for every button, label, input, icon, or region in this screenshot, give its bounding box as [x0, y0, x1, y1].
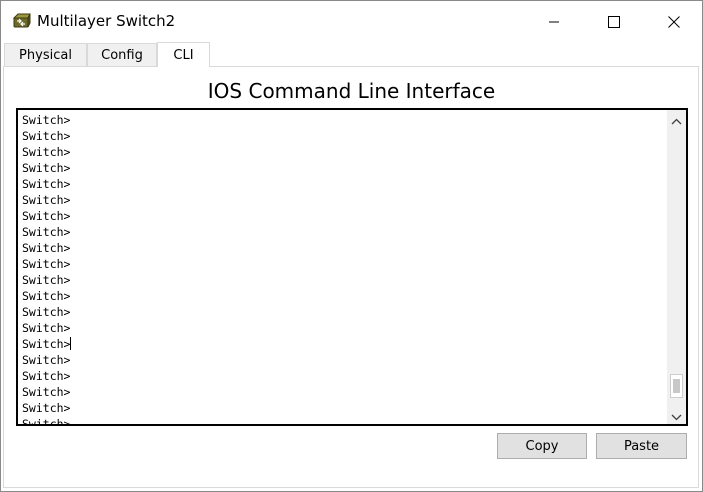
window-title: Multilayer Switch2 — [37, 12, 176, 30]
terminal-line-text: Switch> — [22, 321, 71, 335]
text-cursor — [70, 337, 72, 350]
scroll-up-button[interactable] — [667, 110, 686, 128]
terminal-line-text: Switch> — [22, 193, 71, 207]
terminal-line-text: Switch> — [22, 353, 71, 367]
chevron-up-icon — [671, 110, 682, 129]
terminal-line: Switch> — [22, 144, 662, 160]
scroll-thumb[interactable] — [670, 374, 683, 398]
maximize-icon — [608, 15, 620, 28]
terminal-line: Switch> — [22, 256, 662, 272]
terminal-line-text: Switch> — [22, 129, 71, 143]
paste-button[interactable]: Paste — [596, 433, 687, 459]
minimize-button[interactable] — [531, 1, 577, 42]
terminal-scrollbar[interactable] — [667, 110, 686, 424]
terminal-line-text: Switch> — [22, 369, 71, 383]
chevron-down-icon — [671, 406, 682, 425]
terminal-line: Switch> — [22, 208, 662, 224]
terminal-line-text: Switch> — [22, 385, 71, 399]
terminal-line-text: Switch> — [22, 337, 71, 351]
terminal-line: Switch> — [22, 368, 662, 384]
terminal-line-text: Switch> — [22, 305, 71, 319]
tab-strip: Physical Config CLI — [3, 42, 700, 67]
close-icon — [668, 15, 680, 28]
scroll-down-button[interactable] — [667, 406, 686, 424]
close-button[interactable] — [651, 1, 697, 42]
copy-button[interactable]: Copy — [497, 433, 587, 459]
tab-cli[interactable]: CLI — [157, 42, 210, 67]
terminal-line: Switch> — [22, 384, 662, 400]
terminal-line: Switch> — [22, 224, 662, 240]
scroll-thumb-grip — [673, 379, 680, 393]
terminal-line: Switch> — [22, 272, 662, 288]
terminal-line: Switch> — [22, 240, 662, 256]
multilayer-switch-icon — [11, 11, 31, 31]
terminal-line-text: Switch> — [22, 417, 71, 426]
terminal-line-text: Switch> — [22, 113, 71, 127]
terminal-line: Switch> — [22, 176, 662, 192]
title-bar[interactable]: Multilayer Switch2 — [1, 1, 702, 42]
terminal-line: Switch> — [22, 304, 662, 320]
minimize-icon — [548, 16, 560, 28]
terminal-line-text: Switch> — [22, 177, 71, 191]
maximize-button[interactable] — [591, 1, 637, 42]
cli-heading: IOS Command Line Interface — [207, 79, 496, 103]
terminal-line-text: Switch> — [22, 209, 71, 223]
terminal-line: Switch> — [22, 416, 662, 426]
terminal-line: Switch> — [22, 320, 662, 336]
cli-terminal[interactable]: Switch> Switch> Switch> Switch> Switch> Switc… — [16, 108, 688, 426]
terminal-line: Switch> — [22, 112, 662, 128]
terminal-output[interactable]: Switch> Switch> Switch> Switch> Switch> Switc… — [22, 112, 662, 426]
terminal-line: Switch> — [22, 336, 662, 352]
terminal-line-text: Switch> — [22, 161, 71, 175]
terminal-line: Switch> — [22, 128, 662, 144]
terminal-line: Switch> — [22, 288, 662, 304]
terminal-line-text: Switch> — [22, 401, 71, 415]
terminal-line-text: Switch> — [22, 225, 71, 239]
multilayer-switch-window: Multilayer Switch2 Physical Config CLI I… — [0, 0, 703, 492]
tab-config[interactable]: Config — [87, 43, 157, 66]
terminal-line: Switch> — [22, 192, 662, 208]
terminal-line-text: Switch> — [22, 273, 71, 287]
terminal-line: Switch> — [22, 400, 662, 416]
terminal-line-text: Switch> — [22, 289, 71, 303]
terminal-line-text: Switch> — [22, 145, 71, 159]
terminal-line: Switch> — [22, 352, 662, 368]
terminal-line-text: Switch> — [22, 241, 71, 255]
terminal-line-text: Switch> — [22, 257, 71, 271]
tab-physical[interactable]: Physical — [4, 43, 87, 66]
terminal-line: Switch> — [22, 160, 662, 176]
